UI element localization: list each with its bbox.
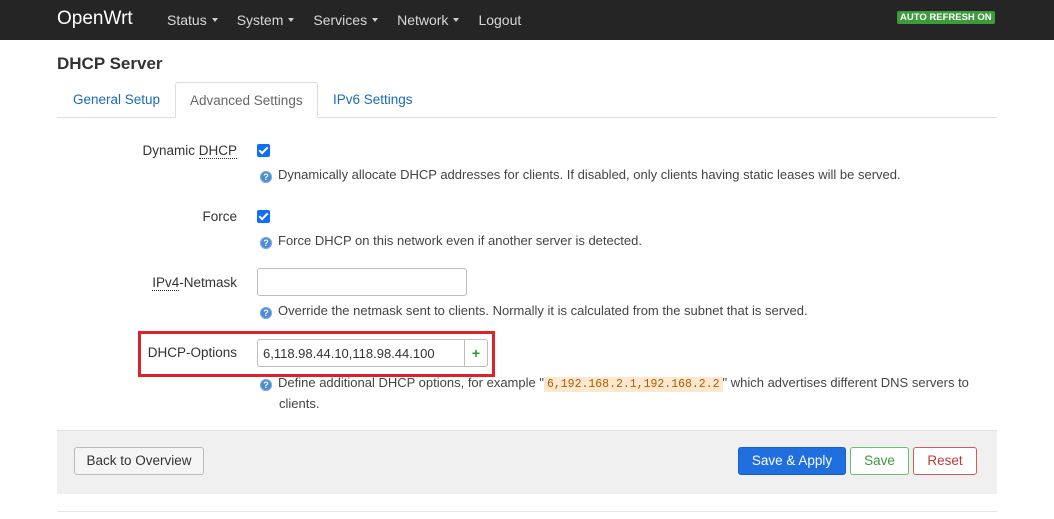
dhcp-options-help-text: Define additional DHCP options, for exam… — [278, 375, 544, 390]
dhcp-options-help: ? Define additional DHCP options, for exa… — [260, 373, 985, 413]
netmask-input[interactable] — [257, 268, 467, 296]
nav-system[interactable]: System — [237, 0, 295, 40]
nav-logout-label: Logout — [478, 12, 522, 28]
dhcp-options-help-text-2: " which advertises different DNS servers… — [722, 375, 969, 390]
dhcp-abbr: DHCP — [198, 143, 237, 159]
tab-ipv6-settings[interactable]: IPv6 Settings — [333, 82, 413, 117]
nav-status[interactable]: Status — [167, 0, 218, 40]
save-button[interactable]: Save — [850, 447, 909, 475]
highlight-box — [138, 331, 495, 377]
chevron-down-icon — [453, 18, 460, 22]
divider — [57, 511, 997, 512]
nav-network-label: Network — [397, 12, 449, 28]
force-help: ? Force DHCP on this network even if anot… — [260, 231, 642, 250]
example-code: 6,192.168.2.1,192.168.2.2 — [543, 377, 723, 392]
auto-refresh-badge[interactable]: AUTO REFRESH ON — [897, 11, 995, 24]
nav-services-label: Services — [313, 12, 368, 28]
force-label: Force — [202, 209, 237, 224]
nav-status-label: Status — [167, 12, 207, 28]
tab-advanced-settings[interactable]: Advanced Settings — [175, 82, 318, 118]
chevron-down-icon — [211, 18, 218, 22]
netmask-label-suffix: -Netmask — [179, 275, 237, 290]
help-icon: ? — [260, 237, 272, 249]
top-navbar: OpenWrt Status System Services Network L… — [0, 0, 1054, 40]
help-icon: ? — [260, 379, 272, 391]
brand-logo[interactable]: OpenWrt — [57, 8, 133, 30]
main-nav: Status System Services Network Logout — [167, 0, 540, 40]
back-to-overview-button[interactable]: Back to Overview — [74, 447, 204, 475]
dynamic-dhcp-help: ? Dynamically allocate DHCP addresses for… — [260, 165, 901, 184]
dynamic-dhcp-label: Dynamic DHCP — [142, 143, 237, 159]
reset-button[interactable]: Reset — [913, 447, 977, 475]
tab-bar: General Setup Advanced Settings IPv6 Set… — [57, 82, 997, 118]
chevron-down-icon — [288, 18, 295, 22]
netmask-help-text: Override the netmask sent to clients. No… — [278, 303, 808, 318]
nav-logout[interactable]: Logout — [478, 0, 521, 40]
dynamic-dhcp-checkbox[interactable] — [257, 144, 270, 157]
save-apply-button[interactable]: Save & Apply — [738, 447, 846, 475]
dynamic-dhcp-help-text: Dynamically allocate DHCP addresses for … — [278, 167, 901, 182]
force-help-text: Force DHCP on this network even if anoth… — [278, 233, 642, 248]
netmask-label: IPv4-Netmask — [152, 275, 237, 291]
dhcp-options-help-text-3: clients. — [279, 396, 320, 411]
chevron-down-icon — [372, 18, 379, 22]
nav-network[interactable]: Network — [397, 0, 460, 40]
ipv4-abbr: IPv4 — [152, 275, 180, 291]
dynamic-dhcp-label-text: Dynamic — [142, 143, 199, 158]
nav-system-label: System — [236, 12, 284, 28]
help-icon: ? — [260, 307, 272, 319]
force-checkbox[interactable] — [257, 210, 270, 223]
netmask-help: ? Override the netmask sent to clients. N… — [260, 301, 808, 320]
tab-general-setup[interactable]: General Setup — [73, 82, 160, 117]
page-title: DHCP Server — [57, 54, 163, 73]
nav-services[interactable]: Services — [313, 0, 379, 40]
help-icon: ? — [260, 171, 272, 183]
